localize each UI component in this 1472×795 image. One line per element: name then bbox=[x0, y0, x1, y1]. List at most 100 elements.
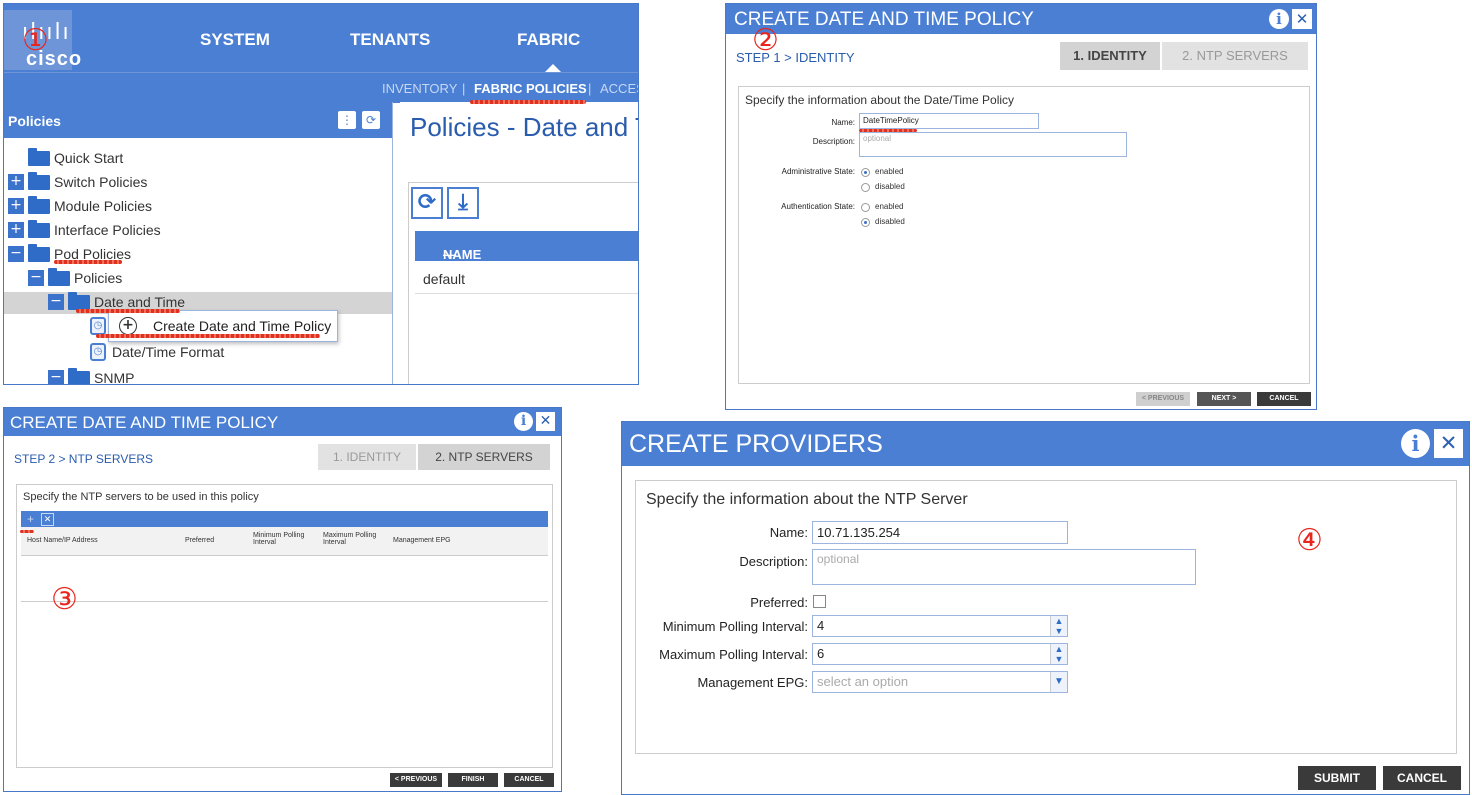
close-icon[interactable]: ✕ bbox=[536, 412, 555, 431]
chevron-down-icon[interactable]: ▼ bbox=[1050, 672, 1067, 692]
expand-plus-icon[interactable]: + bbox=[8, 174, 24, 190]
cancel-button[interactable]: CANCEL bbox=[504, 773, 554, 787]
column-host-name[interactable]: Host Name/IP Address bbox=[27, 537, 98, 544]
callout-1: ① bbox=[22, 23, 49, 58]
finish-button[interactable]: FINISH bbox=[448, 773, 498, 787]
max-polling-stepper-icon[interactable]: ▲ ▼ bbox=[1050, 644, 1067, 664]
max-polling-label: Maximum Polling Interval: bbox=[659, 647, 808, 662]
tree-options-icon[interactable]: ⋮ bbox=[338, 111, 356, 129]
tree-header-title: Policies bbox=[8, 113, 61, 129]
column-preferred[interactable]: Preferred bbox=[185, 537, 214, 544]
cancel-button[interactable]: CANCEL bbox=[1383, 766, 1461, 790]
add-circle-icon: + bbox=[119, 317, 137, 335]
tree-item-label: Interface Policies bbox=[54, 222, 161, 238]
management-epg-select[interactable]: select an option bbox=[812, 671, 1068, 693]
folder-icon bbox=[28, 220, 50, 238]
min-polling-stepper-icon[interactable]: ▲ ▼ bbox=[1050, 616, 1067, 636]
auth-enabled-radio[interactable] bbox=[861, 203, 870, 212]
folder-icon bbox=[28, 196, 50, 214]
max-polling-input[interactable]: 6 bbox=[812, 643, 1068, 665]
table-header[interactable]: — NAME bbox=[415, 231, 638, 262]
dialog-title: CREATE DATE AND TIME POLICY bbox=[734, 9, 1034, 30]
info-icon[interactable]: i bbox=[1269, 9, 1289, 29]
apic-fabric-policies-panel: ılıılı cisco SYSTEM TENANTS FABRIC INVEN… bbox=[3, 3, 639, 385]
folder-icon bbox=[68, 292, 90, 310]
table-cell-name: default bbox=[423, 271, 466, 287]
delete-icon[interactable]: ✕ bbox=[41, 513, 54, 526]
tree-refresh-icon[interactable]: ⟳ bbox=[362, 111, 380, 129]
subnav-separator: | bbox=[588, 81, 592, 96]
tree-item-label: Date and Time bbox=[94, 294, 186, 310]
refresh-icon[interactable]: ⟳ bbox=[411, 187, 443, 219]
name-input[interactable]: 10.71.135.254 bbox=[812, 521, 1068, 544]
description-input[interactable]: optional bbox=[859, 132, 1127, 157]
collapse-minus-icon[interactable]: − bbox=[48, 370, 64, 384]
subnav-access[interactable]: ACCESS bbox=[600, 81, 638, 96]
info-icon[interactable]: i bbox=[514, 412, 533, 431]
sub-navigation-bar: INVENTORY | FABRIC POLICIES | ACCESS bbox=[4, 72, 638, 103]
dialog-title-bar: CREATE PROVIDERS i ✕ bbox=[622, 422, 1469, 466]
name-label: Name: bbox=[769, 525, 808, 540]
tree-item-label: Module Policies bbox=[54, 198, 153, 214]
table-toolbar: + ✕ bbox=[21, 511, 548, 527]
close-icon[interactable]: ✕ bbox=[1434, 429, 1463, 458]
wizard-step-identity[interactable]: 1. IDENTITY bbox=[318, 444, 416, 470]
next-button[interactable]: NEXT > bbox=[1197, 392, 1251, 406]
description-label: Description: bbox=[739, 554, 808, 569]
wizard-step-ntp-servers[interactable]: 2. NTP SERVERS bbox=[418, 444, 550, 470]
column-management-epg[interactable]: Management EPG bbox=[393, 537, 451, 544]
close-icon[interactable]: ✕ bbox=[1292, 9, 1312, 29]
collapse-minus-icon[interactable]: − bbox=[28, 270, 44, 286]
min-polling-input[interactable]: 4 bbox=[812, 615, 1068, 637]
subnav-fabric-policies[interactable]: FABRIC POLICIES bbox=[474, 81, 587, 96]
folder-icon bbox=[28, 244, 50, 262]
section-heading: Specify the information about the NTP Se… bbox=[646, 491, 968, 508]
auth-disabled-radio[interactable] bbox=[861, 218, 870, 227]
nav-system[interactable]: SYSTEM bbox=[200, 30, 270, 50]
name-label: Name: bbox=[831, 118, 855, 127]
tree-item-label: Policies bbox=[74, 270, 123, 286]
expand-plus-icon[interactable]: + bbox=[8, 198, 24, 214]
preferred-checkbox[interactable] bbox=[813, 595, 826, 608]
collapse-minus-icon[interactable]: − bbox=[48, 294, 64, 310]
section-heading: Specify the NTP servers to be used in th… bbox=[23, 491, 259, 503]
radio-label: enabled bbox=[875, 167, 904, 176]
form-container: Specify the NTP servers to be used in th… bbox=[16, 484, 553, 768]
description-input[interactable]: optional bbox=[812, 549, 1196, 585]
wizard-step-ntp-servers[interactable]: 2. NTP SERVERS bbox=[1162, 42, 1308, 70]
column-max-polling[interactable]: Maximum Polling Interval bbox=[323, 532, 385, 546]
folder-icon bbox=[48, 268, 70, 286]
subnav-separator: | bbox=[462, 81, 466, 96]
table-row[interactable]: default bbox=[415, 263, 638, 294]
download-icon[interactable]: ⤓ bbox=[447, 187, 479, 219]
nav-tenants[interactable]: TENANTS bbox=[350, 30, 430, 50]
dialog-title: CREATE DATE AND TIME POLICY bbox=[10, 413, 279, 432]
administrative-state-label: Administrative State: bbox=[781, 167, 855, 176]
previous-button[interactable]: < PREVIOUS bbox=[390, 773, 442, 787]
tree-item-label: SNMP bbox=[94, 370, 135, 385]
column-min-polling[interactable]: Minimum Polling Interval bbox=[253, 532, 315, 546]
wizard-step-identity[interactable]: 1. IDENTITY bbox=[1060, 42, 1160, 70]
description-label: Description: bbox=[812, 137, 855, 146]
radio-label: disabled bbox=[875, 182, 905, 191]
collapse-minus-icon[interactable]: − bbox=[8, 246, 24, 262]
admin-disabled-radio[interactable] bbox=[861, 183, 870, 192]
dialog-title-bar: CREATE DATE AND TIME POLICY i ✕ bbox=[4, 408, 561, 436]
dialog-title-bar: CREATE DATE AND TIME POLICY i ✕ bbox=[726, 4, 1316, 34]
admin-enabled-radio[interactable] bbox=[861, 168, 870, 177]
table-header: Host Name/IP Address Preferred Minimum P… bbox=[21, 527, 548, 556]
info-icon[interactable]: i bbox=[1401, 429, 1430, 458]
clock-policy-icon: ◷ bbox=[90, 317, 106, 335]
nav-fabric[interactable]: FABRIC bbox=[517, 30, 580, 50]
management-epg-label: Management EPG: bbox=[697, 675, 808, 690]
previous-button[interactable]: < PREVIOUS bbox=[1136, 392, 1190, 406]
radio-label: disabled bbox=[875, 217, 905, 226]
name-input[interactable]: DateTimePolicy bbox=[859, 113, 1039, 129]
cancel-button[interactable]: CANCEL bbox=[1257, 392, 1311, 406]
add-icon[interactable]: + bbox=[27, 512, 34, 526]
tree-item-label: Quick Start bbox=[54, 150, 124, 166]
submit-button[interactable]: SUBMIT bbox=[1298, 766, 1376, 790]
expand-plus-icon[interactable]: + bbox=[8, 222, 24, 238]
tree-item-label: Switch Policies bbox=[54, 174, 148, 190]
subnav-inventory[interactable]: INVENTORY bbox=[382, 81, 457, 96]
